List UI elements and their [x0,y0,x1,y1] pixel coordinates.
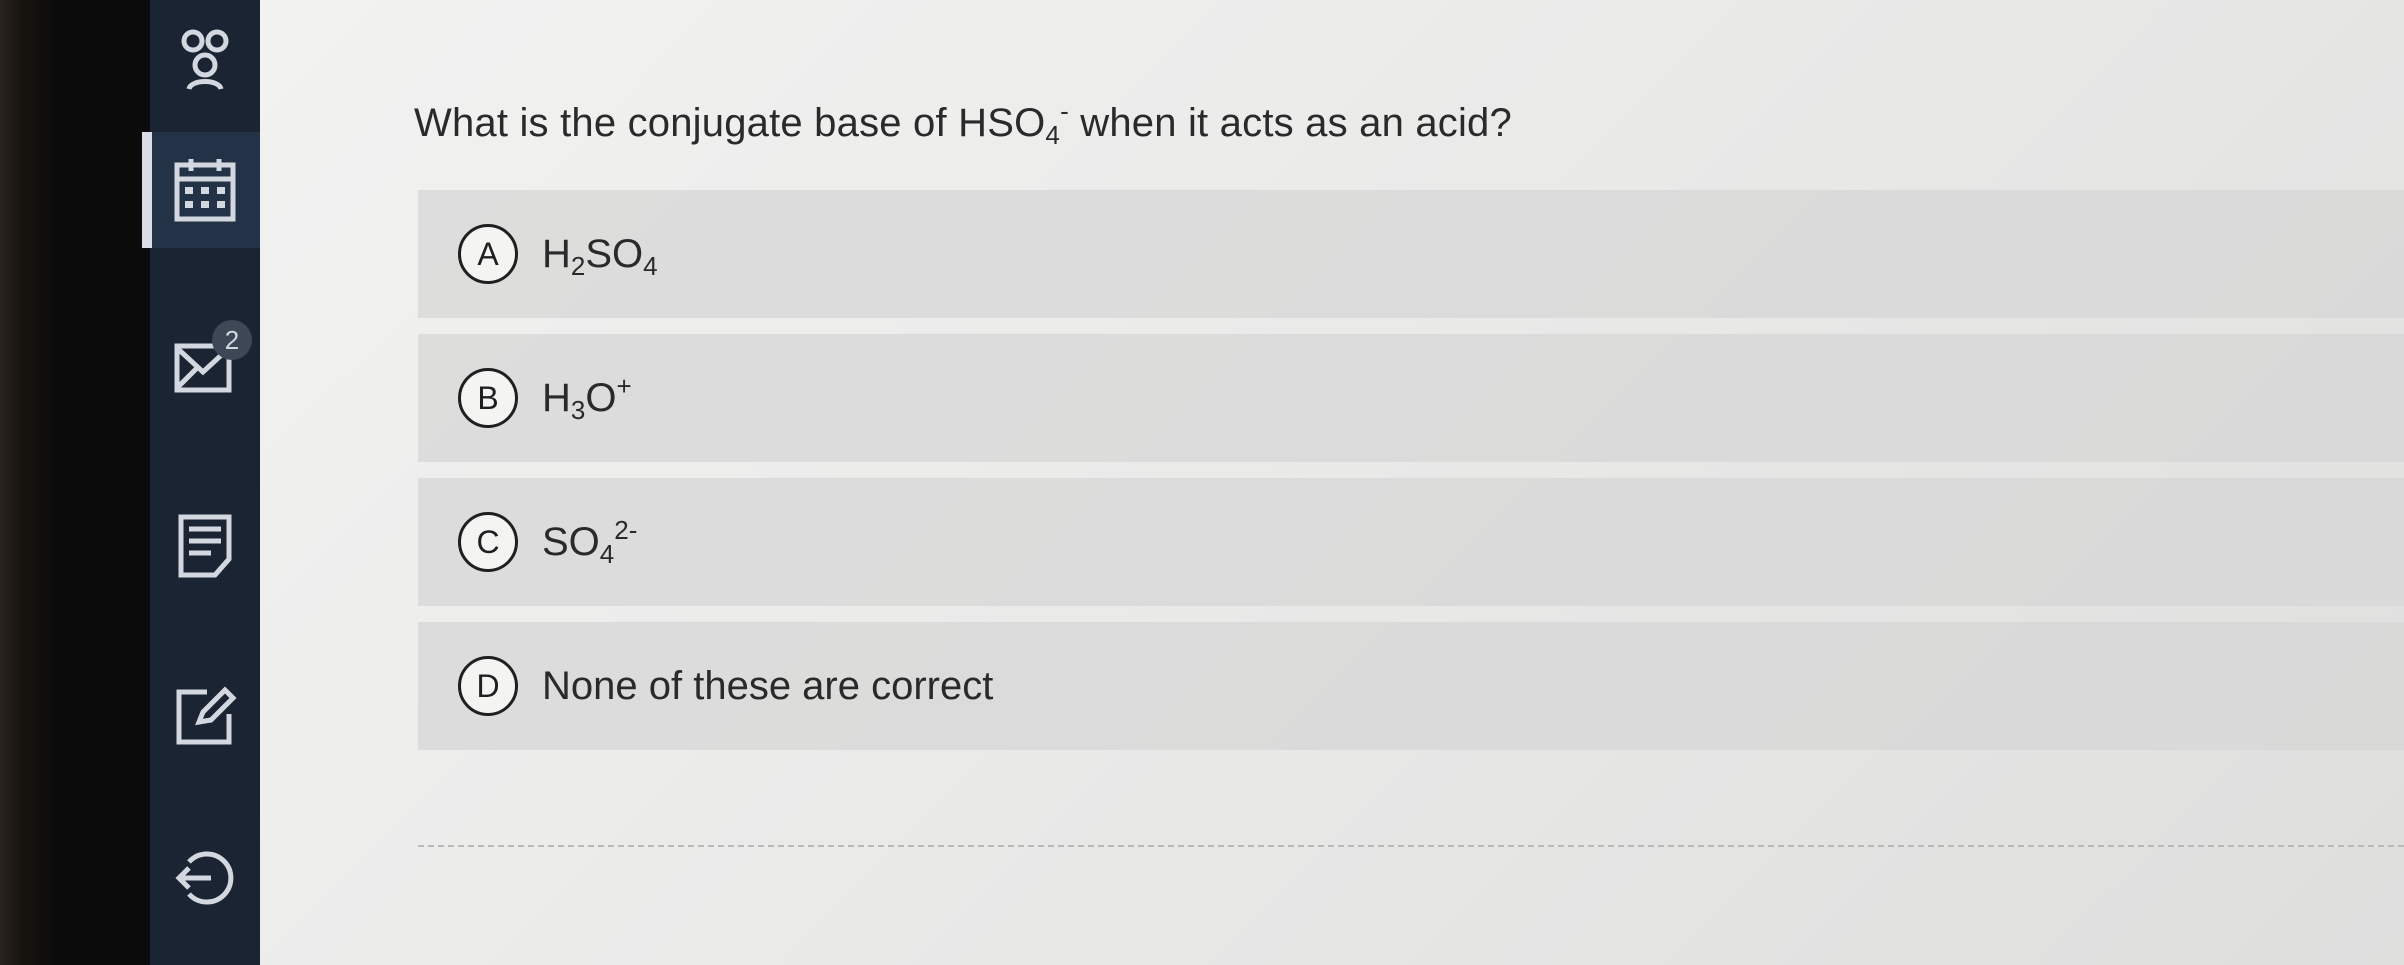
option-letter[interactable]: A [458,224,518,284]
option-d[interactable]: D None of these are correct [418,622,2404,750]
option-text-part: H [542,231,571,276]
option-c[interactable]: C SO42- [418,478,2404,606]
option-text-part: None of these are correct [542,663,994,708]
logout-icon [175,851,234,905]
option-label: None of these are correct [542,659,993,714]
edit-icon [176,686,237,745]
option-superscript: 2- [614,514,638,545]
sidebar-item-logout[interactable] [150,820,260,936]
option-label: SO42- [542,515,637,570]
sidebar-item-mail[interactable]: 2 [150,308,260,424]
option-label: H3O+ [542,371,632,426]
question-panel: What is the conjugate base of HSO4- when… [260,0,2404,965]
option-text-part: SO [542,519,600,564]
sidebar-item-people[interactable] [150,0,260,116]
sidebar: 2 [142,0,260,965]
sidebar-item-calendar[interactable] [142,132,260,248]
section-divider [418,845,2404,847]
option-subscript: 4 [599,538,615,569]
option-letter[interactable]: D [458,656,518,716]
question-superscript: - [1060,96,1069,126]
question-text-start: What is the conjugate base of HSO [414,101,1046,145]
option-text-part: H [542,375,571,420]
option-text-part: O [585,375,617,420]
option-label: H2SO4 [542,227,658,282]
answer-options: A H2SO4 B H3O+ C SO42- D None of these a… [418,190,2404,766]
sidebar-item-edit[interactable] [150,658,260,774]
option-letter[interactable]: B [458,368,518,428]
option-letter[interactable]: C [458,512,518,572]
option-subscript: 3 [570,394,586,425]
sidebar-item-notes[interactable] [150,488,260,604]
option-b[interactable]: B H3O+ [418,334,2404,462]
question-text-end: when it acts as an acid? [1068,101,1512,145]
option-subscript: 2 [570,250,586,281]
calendar-icon [174,159,236,222]
option-text-part: SO [585,231,644,276]
question-text: What is the conjugate base of HSO4- when… [414,96,1512,151]
option-superscript: + [616,370,632,401]
unread-badge: 2 [212,320,252,360]
people-icon [181,29,229,91]
device-bezel [0,0,155,965]
option-subscript: 4 [643,250,658,281]
question-subscript: 4 [1045,120,1061,150]
notes-icon [178,514,232,578]
option-a[interactable]: A H2SO4 [418,190,2404,318]
